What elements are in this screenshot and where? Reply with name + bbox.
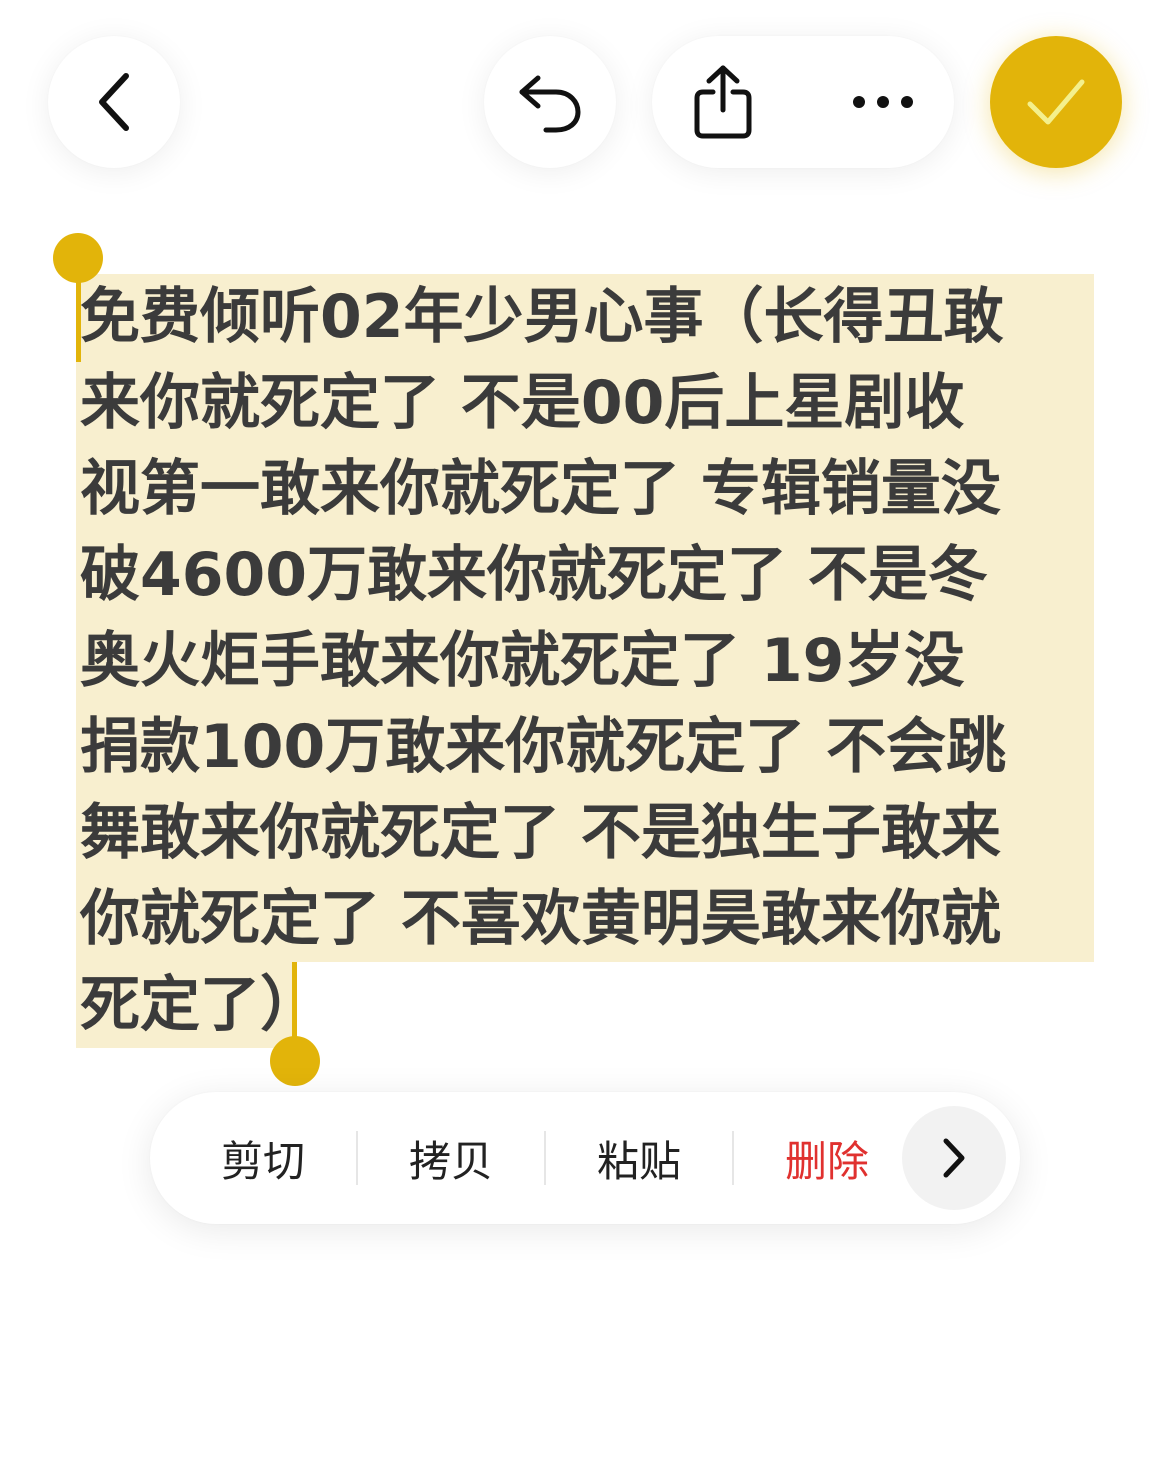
note-line: 舞敢来你就死定了 不是独生子敢来 <box>76 790 1094 876</box>
menu-next-button[interactable] <box>902 1106 1006 1210</box>
note-line: 来你就死定了 不是00后上星剧收 <box>76 360 1094 446</box>
note-line: 捐款100万敢来你就死定了 不会跳 <box>76 704 1094 790</box>
selection-start-handle[interactable] <box>53 233 103 283</box>
share-icon <box>694 65 752 139</box>
note-line: 免费倾听02年少男心事（长得丑敢 <box>76 274 1094 360</box>
chevron-left-icon <box>99 73 129 131</box>
cut-button[interactable]: 剪切 <box>170 1128 356 1189</box>
copy-button[interactable]: 拷贝 <box>358 1128 544 1189</box>
note-line: 你就死定了 不喜欢黄明昊敢来你就 <box>76 876 1094 962</box>
edit-context-menu: 剪切 拷贝 粘贴 删除 <box>150 1092 1020 1224</box>
note-line: 奥火炬手敢来你就死定了 19岁没 <box>76 618 1094 704</box>
share-button[interactable] <box>688 36 758 168</box>
paste-button[interactable]: 粘贴 <box>546 1128 732 1189</box>
undo-icon <box>519 75 581 133</box>
delete-button[interactable]: 删除 <box>734 1128 920 1189</box>
note-line: 死定了） <box>76 962 320 1048</box>
checkmark-icon <box>1027 79 1085 125</box>
chevron-right-icon <box>943 1138 965 1178</box>
more-button[interactable] <box>848 36 918 168</box>
note-text[interactable]: 免费倾听02年少男心事（长得丑敢 来你就死定了 不是00后上星剧收 视第一敢来你… <box>76 274 1106 1048</box>
note-line: 视第一敢来你就死定了 专辑销量没 <box>76 446 1094 532</box>
done-button[interactable] <box>990 36 1122 168</box>
selection-end-handle[interactable] <box>270 1036 320 1086</box>
back-button[interactable] <box>48 36 180 168</box>
note-line: 破4600万敢来你就死定了 不是冬 <box>76 532 1094 618</box>
more-icon <box>853 96 913 108</box>
share-more-group <box>652 36 954 168</box>
undo-button[interactable] <box>484 36 616 168</box>
